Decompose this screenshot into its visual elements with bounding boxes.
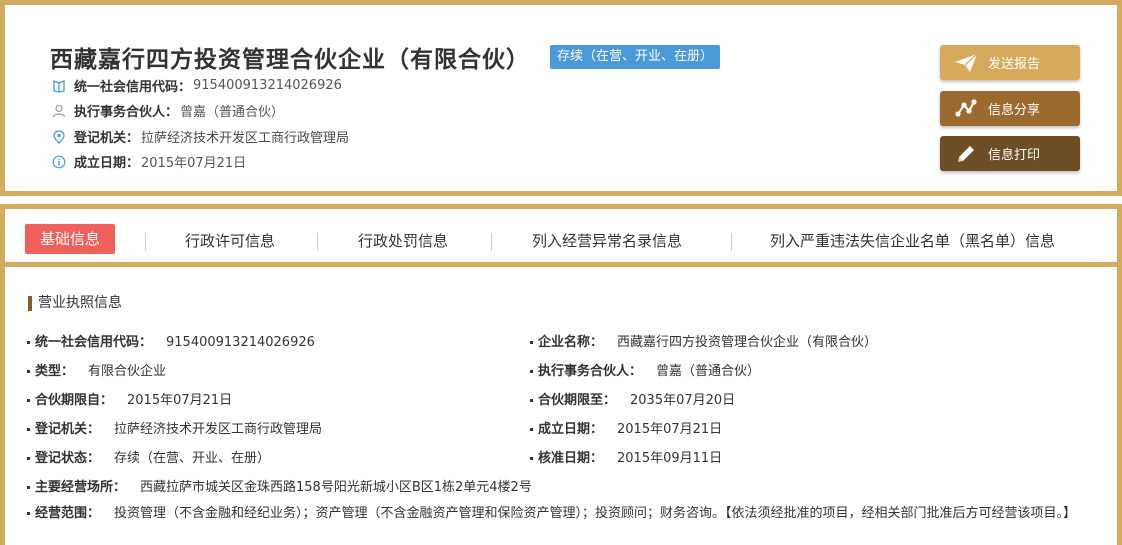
field-label: 合伙期限自： xyxy=(35,393,114,408)
share-icon xyxy=(954,98,978,119)
field-label: 成立日期： xyxy=(538,422,604,437)
section-title: 营业执照信息 xyxy=(28,296,122,311)
field-executive-partner: 执行事务合伙人： 曾嘉（普通合伙） xyxy=(530,360,760,379)
company-name: 西藏嘉行四方投资管理合伙企业（有限合伙） xyxy=(50,47,530,73)
bullet-dot xyxy=(530,399,533,402)
bullet-dot xyxy=(530,341,533,344)
field-registration-authority: 登记机关： 拉萨经济技术开发区工商行政管理局 xyxy=(27,418,322,437)
share-info-button[interactable]: 信息分享 xyxy=(940,91,1080,126)
tab-divider xyxy=(731,233,732,251)
pencil-icon xyxy=(954,144,978,164)
field-value: 915400913214026926 xyxy=(166,335,315,350)
tab-blacklist[interactable]: 列入严重违法失信企业名单（黑名单）信息 xyxy=(770,227,1055,255)
field-value: 曾嘉（普通合伙） xyxy=(656,364,761,379)
bullet-dot xyxy=(27,370,30,373)
field-label: 统一社会信用代码： xyxy=(35,335,153,350)
tab-abnormal-list[interactable]: 列入经营异常名录信息 xyxy=(532,227,682,255)
field-label: 登记状态： xyxy=(35,451,101,466)
bullet-dot xyxy=(530,457,533,460)
company-card: 西藏嘉行四方投资管理合伙企业（有限合伙） 存续（在营、开业、在册） 统一社会信用… xyxy=(0,0,1122,196)
field-value: 2015年07月21日 xyxy=(617,422,723,437)
field-label: 核准日期： xyxy=(538,451,604,466)
field-value: 2035年07月20日 xyxy=(630,393,736,408)
print-info-label: 信息打印 xyxy=(988,148,1041,163)
authority-value: 拉萨经济技术开发区工商行政管理局 xyxy=(141,131,350,146)
field-term-to: 合伙期限至： 2035年07月20日 xyxy=(530,389,735,408)
founded-label: 成立日期： xyxy=(74,156,140,171)
tab-divider xyxy=(317,233,318,251)
field-registration-status: 登记状态： 存续（在营、开业、在册） xyxy=(27,447,270,466)
field-label: 类型： xyxy=(35,364,75,379)
founded-line: 成立日期： 2015年07月21日 xyxy=(52,152,246,171)
field-label: 合伙期限至： xyxy=(538,393,617,408)
field-established-date: 成立日期： 2015年07月21日 xyxy=(530,418,722,437)
field-value: 投资管理（不含金融和经纪业务）；资产管理（不含金融资产管理和保险资产管理）；投资… xyxy=(114,506,1077,521)
credit-code-line: 统一社会信用代码： 915400913214026926 xyxy=(52,76,342,95)
field-type: 类型： 有限合伙企业 xyxy=(27,360,166,379)
field-business-scope: 经营范围： 投资管理（不含金融和经纪业务）；资产管理（不含金融资产管理和保险资产管… xyxy=(27,502,1097,525)
tab-admin-penalty[interactable]: 行政处罚信息 xyxy=(358,227,448,255)
credit-code-value: 915400913214026926 xyxy=(193,78,342,93)
field-value: 有限合伙企业 xyxy=(88,364,167,379)
bullet-dot xyxy=(27,399,30,402)
founded-value: 2015年07月21日 xyxy=(141,156,247,171)
print-info-button[interactable]: 信息打印 xyxy=(940,136,1080,171)
field-value: 西藏嘉行四方投资管理合伙企业（有限合伙） xyxy=(617,335,878,350)
detail-card: 基础信息 行政许可信息 行政处罚信息 列入经营异常名录信息 列入严重违法失信企业… xyxy=(0,204,1122,545)
person-icon xyxy=(52,104,66,118)
authority-line: 登记机关： 拉萨经济技术开发区工商行政管理局 xyxy=(52,127,349,146)
field-approval-date: 核准日期： 2015年09月11日 xyxy=(530,447,722,466)
bullet-dot xyxy=(27,486,30,489)
field-value: 2015年07月21日 xyxy=(127,393,233,408)
partner-value: 曾嘉（普通合伙） xyxy=(180,105,285,120)
field-company-name: 企业名称： 西藏嘉行四方投资管理合伙企业（有限合伙） xyxy=(530,331,877,350)
field-label: 企业名称： xyxy=(538,335,604,350)
status-badge: 存续（在营、开业、在册） xyxy=(550,45,721,69)
location-pin-icon xyxy=(52,129,66,144)
field-label: 登记机关： xyxy=(35,422,101,437)
bullet-dot xyxy=(27,428,30,431)
book-icon xyxy=(52,79,66,93)
field-value: 西藏拉萨市城关区金珠西路158号阳光新城小区B区1栋2单元4楼2号 xyxy=(140,480,532,495)
field-label: 经营范围： xyxy=(35,506,101,521)
send-report-button[interactable]: 发送报告 xyxy=(940,45,1080,80)
field-label: 执行事务合伙人： xyxy=(538,364,643,379)
field-credit-code: 统一社会信用代码： 915400913214026926 xyxy=(27,331,315,350)
tab-basic-info[interactable]: 基础信息 xyxy=(25,224,116,254)
bullet-dot xyxy=(27,341,30,344)
paper-plane-icon xyxy=(954,53,978,73)
field-label: 主要经营场所： xyxy=(35,480,127,495)
credit-code-label: 统一社会信用代码： xyxy=(74,80,192,95)
send-report-label: 发送报告 xyxy=(988,57,1041,72)
tab-bar: 基础信息 行政许可信息 行政处罚信息 列入经营异常名录信息 列入严重违法失信企业… xyxy=(5,209,1117,267)
info-icon xyxy=(52,155,66,169)
partner-line: 执行事务合伙人： 曾嘉（普通合伙） xyxy=(52,101,284,120)
partner-label: 执行事务合伙人： xyxy=(74,105,179,120)
field-value: 拉萨经济技术开发区工商行政管理局 xyxy=(114,422,323,437)
field-value: 2015年09月11日 xyxy=(617,451,723,466)
field-value: 存续（在营、开业、在册） xyxy=(114,451,271,466)
bullet-dot xyxy=(27,512,30,515)
tab-admin-license[interactable]: 行政许可信息 xyxy=(185,227,275,255)
tab-divider xyxy=(491,233,492,251)
tab-divider xyxy=(145,233,146,251)
bullet-dot xyxy=(27,457,30,460)
share-info-label: 信息分享 xyxy=(988,103,1041,118)
bullet-dot xyxy=(530,428,533,431)
authority-label: 登记机关： xyxy=(74,131,140,146)
field-business-address: 主要经营场所： 西藏拉萨市城关区金珠西路158号阳光新城小区B区1栋2单元4楼2号 xyxy=(27,476,532,495)
field-term-from: 合伙期限自： 2015年07月21日 xyxy=(27,389,232,408)
bullet-dot xyxy=(530,370,533,373)
